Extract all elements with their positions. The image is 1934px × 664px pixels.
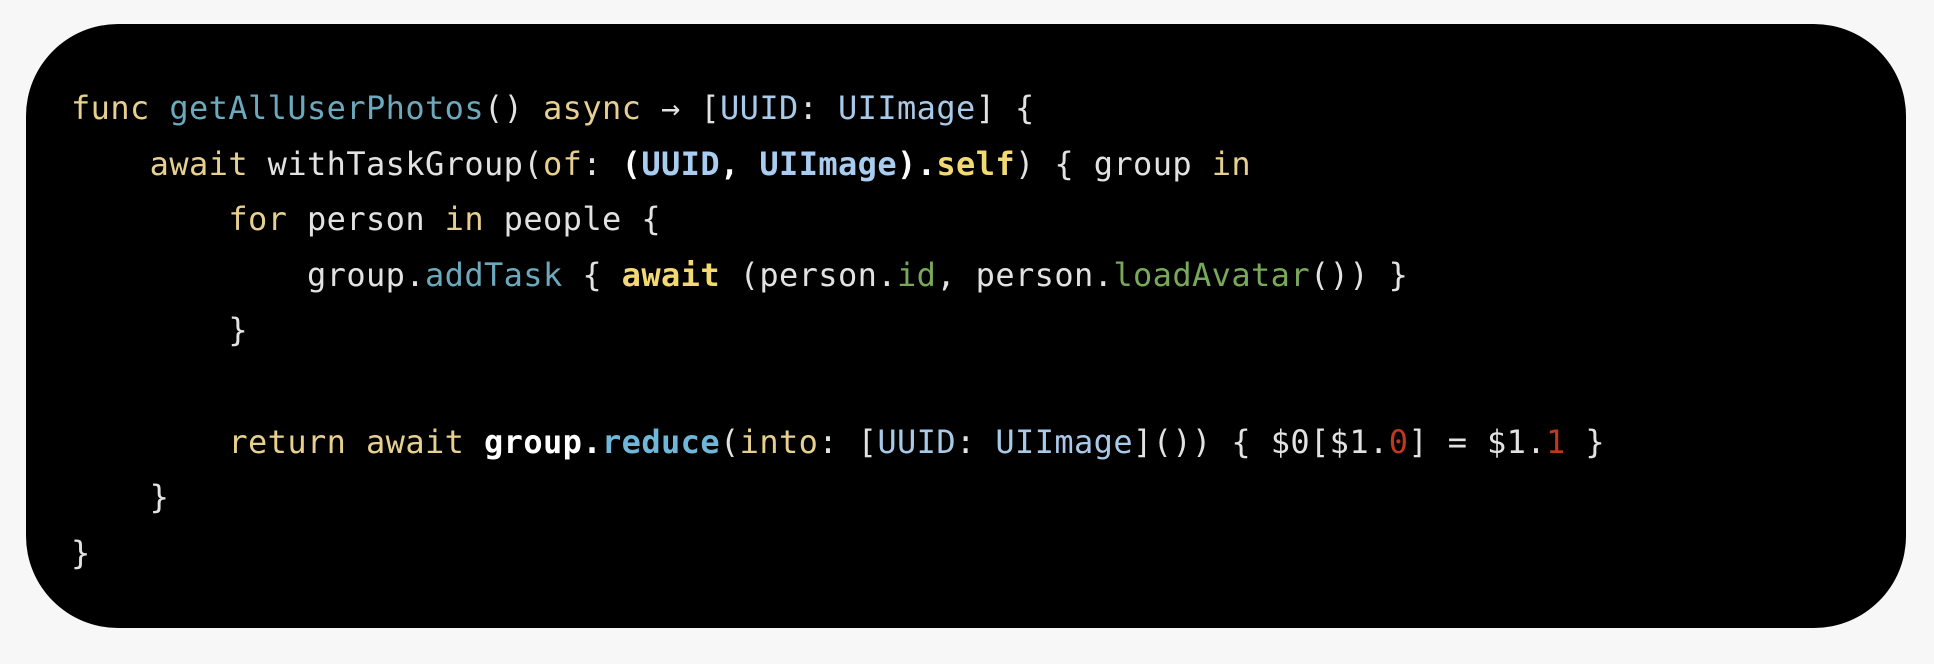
code-text: ] {	[975, 89, 1035, 127]
highlighted-code-text: ).	[897, 144, 937, 183]
highlighted-code-text: (	[621, 144, 642, 183]
code-text: :	[956, 422, 996, 461]
code-text: (	[720, 422, 740, 461]
keyword-token: of	[542, 144, 583, 183]
code-text: ) { group	[1015, 144, 1212, 183]
code-line: }	[71, 470, 1605, 526]
code-line: ​	[71, 359, 1605, 415]
highlighted-code-text: ,	[720, 144, 760, 183]
code-text: , person.	[936, 255, 1114, 294]
code-text: ] = $1.	[1408, 422, 1547, 461]
property-token: loadAvatar	[1113, 255, 1310, 294]
code-text: (person.	[719, 255, 897, 294]
highlighted-keyword: self	[936, 144, 1016, 183]
keyword-token: for	[228, 200, 288, 239]
keyword-token: return	[228, 422, 347, 461]
highlighted-function-name: reduce	[602, 422, 720, 461]
code-text: group.	[71, 255, 425, 294]
code-text: withTaskGroup(	[248, 144, 543, 183]
type-token: UIImage	[995, 422, 1134, 461]
code-line: }	[71, 526, 1605, 582]
type-token: UIImage	[838, 89, 976, 127]
code-text: }	[1565, 422, 1606, 461]
type-token: UUID	[877, 422, 957, 461]
keyword-token: await	[149, 144, 248, 183]
keyword-token: in	[1211, 144, 1252, 183]
code-line: }	[71, 303, 1605, 359]
numeric-literal: 0	[1388, 422, 1409, 461]
keyword-token: await	[366, 422, 465, 461]
keyword-token: in	[444, 200, 484, 239]
code-block: func getAllUserPhotos() async → [UUID: U…	[71, 81, 1605, 581]
highlighted-type: UUID	[641, 144, 721, 183]
code-text: people {	[484, 200, 661, 239]
code-line: await withTaskGroup(of: (UUID, UIImage).…	[71, 137, 1605, 193]
code-text: : [	[818, 422, 878, 461]
code-text: }	[71, 478, 170, 517]
code-text: :	[798, 89, 839, 127]
highlighted-keyword: await	[621, 255, 720, 294]
keyword-token: func	[71, 89, 150, 127]
code-line: group.addTask { await (person.id, person…	[71, 248, 1605, 304]
code-snippet-card: func getAllUserPhotos() async → [UUID: U…	[26, 24, 1906, 628]
code-text: }	[71, 533, 91, 572]
highlighted-type: UIImage	[759, 144, 898, 183]
keyword-token: into	[739, 422, 819, 461]
highlighted-code-text: group.	[484, 422, 602, 461]
property-token: id	[896, 255, 937, 294]
function-name-token: getAllUserPhotos	[169, 89, 484, 127]
type-token: UUID	[720, 89, 799, 127]
code-text: ()	[484, 89, 543, 127]
code-line: for person in people {	[71, 192, 1605, 248]
numeric-literal: 1	[1546, 422, 1566, 461]
code-line: func getAllUserPhotos() async → [UUID: U…	[71, 81, 1605, 137]
code-text: → [	[641, 89, 720, 127]
code-text: }	[71, 311, 248, 350]
keyword-token: async	[543, 89, 642, 127]
code-text: {	[562, 255, 622, 294]
function-name-token: addTask	[424, 255, 563, 294]
code-text: :	[582, 144, 622, 183]
code-text: ()) }	[1309, 255, 1409, 294]
code-text: person	[287, 200, 445, 239]
slide: func getAllUserPhotos() async → [UUID: U…	[0, 0, 1934, 664]
code-text: ]()) { $0[$1.	[1133, 422, 1389, 461]
code-line: return await group.reduce(into: [UUID: U…	[71, 415, 1605, 471]
